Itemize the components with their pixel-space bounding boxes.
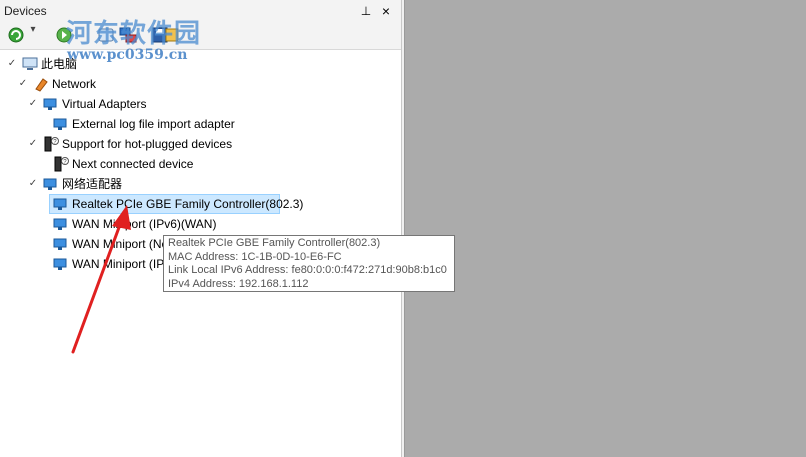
- tree-item-label: Network: [52, 77, 97, 91]
- question-device-icon: ?: [44, 136, 59, 152]
- tree-item-label: External log file import adapter: [72, 117, 235, 131]
- pin-icon[interactable]: ⊥: [358, 3, 374, 19]
- panel-title: Devices: [4, 4, 47, 18]
- question-device-icon: ?: [54, 156, 69, 172]
- tooltip-name: Realtek PCIe GBE Family Controller(802.3…: [168, 237, 381, 249]
- adapter-icon: [53, 198, 67, 210]
- splitter[interactable]: [401, 0, 405, 457]
- tree-item-label: WAN Miniport (Net: [72, 237, 172, 251]
- chevron-down-icon[interactable]: ✓: [18, 74, 28, 94]
- tree-item-label: WAN Miniport (IPv6)(WAN): [72, 217, 217, 231]
- tree-item-label: 网络适配器: [62, 177, 123, 191]
- close-icon[interactable]: ×: [378, 3, 394, 19]
- tooltip-ipv4: IPv4 Address: 192.168.1.112: [168, 277, 309, 290]
- chevron-down-icon[interactable]: ✓: [28, 134, 38, 154]
- refresh-icon[interactable]: [6, 25, 26, 45]
- adapter-icon: [53, 258, 67, 270]
- tree-item-label: Support for hot-plugged devices: [62, 137, 233, 151]
- tree-item-label: Virtual Adapters: [62, 97, 147, 111]
- tree-item-label: 此电脑: [41, 57, 78, 71]
- tooltip-mac: MAC Address: 1C-1B-0D-10-E6-FC: [168, 250, 342, 263]
- adapter-icon: [43, 178, 57, 190]
- chevron-down-icon[interactable]: ✓: [28, 94, 38, 114]
- adapter-icon: [53, 218, 67, 230]
- adapter-icon: [53, 118, 67, 130]
- watermark-title: 河东软件园: [66, 19, 202, 49]
- network-plug-icon: [35, 78, 48, 92]
- tree-item-label: Next connected device: [72, 157, 194, 171]
- chevron-down-icon[interactable]: ✓: [7, 54, 17, 74]
- tooltip-ipv6: Link Local IPv6 Address: fe80:0:0:0:f472…: [168, 264, 447, 277]
- watermark-url: www.pc0359.cn: [67, 47, 188, 63]
- adapter-tooltip: Realtek PCIe GBE Family Controller(802.3…: [163, 235, 455, 292]
- chevron-down-icon[interactable]: ✓: [28, 174, 38, 194]
- tree-item-label: WAN Miniport (IP)(: [72, 257, 173, 271]
- devices-panel: Devices ⊥ × ▾ 河东软件园 www.pc0359.cn ✓ 此电脑 …: [0, 0, 401, 457]
- adapter-icon: [43, 98, 57, 110]
- chevron-down-icon[interactable]: ▾: [28, 24, 38, 44]
- computer-icon: [22, 57, 38, 70]
- tree-item-label: Realtek PCIe GBE Family Controller(802.3…: [72, 197, 304, 211]
- adapter-icon: [53, 238, 67, 250]
